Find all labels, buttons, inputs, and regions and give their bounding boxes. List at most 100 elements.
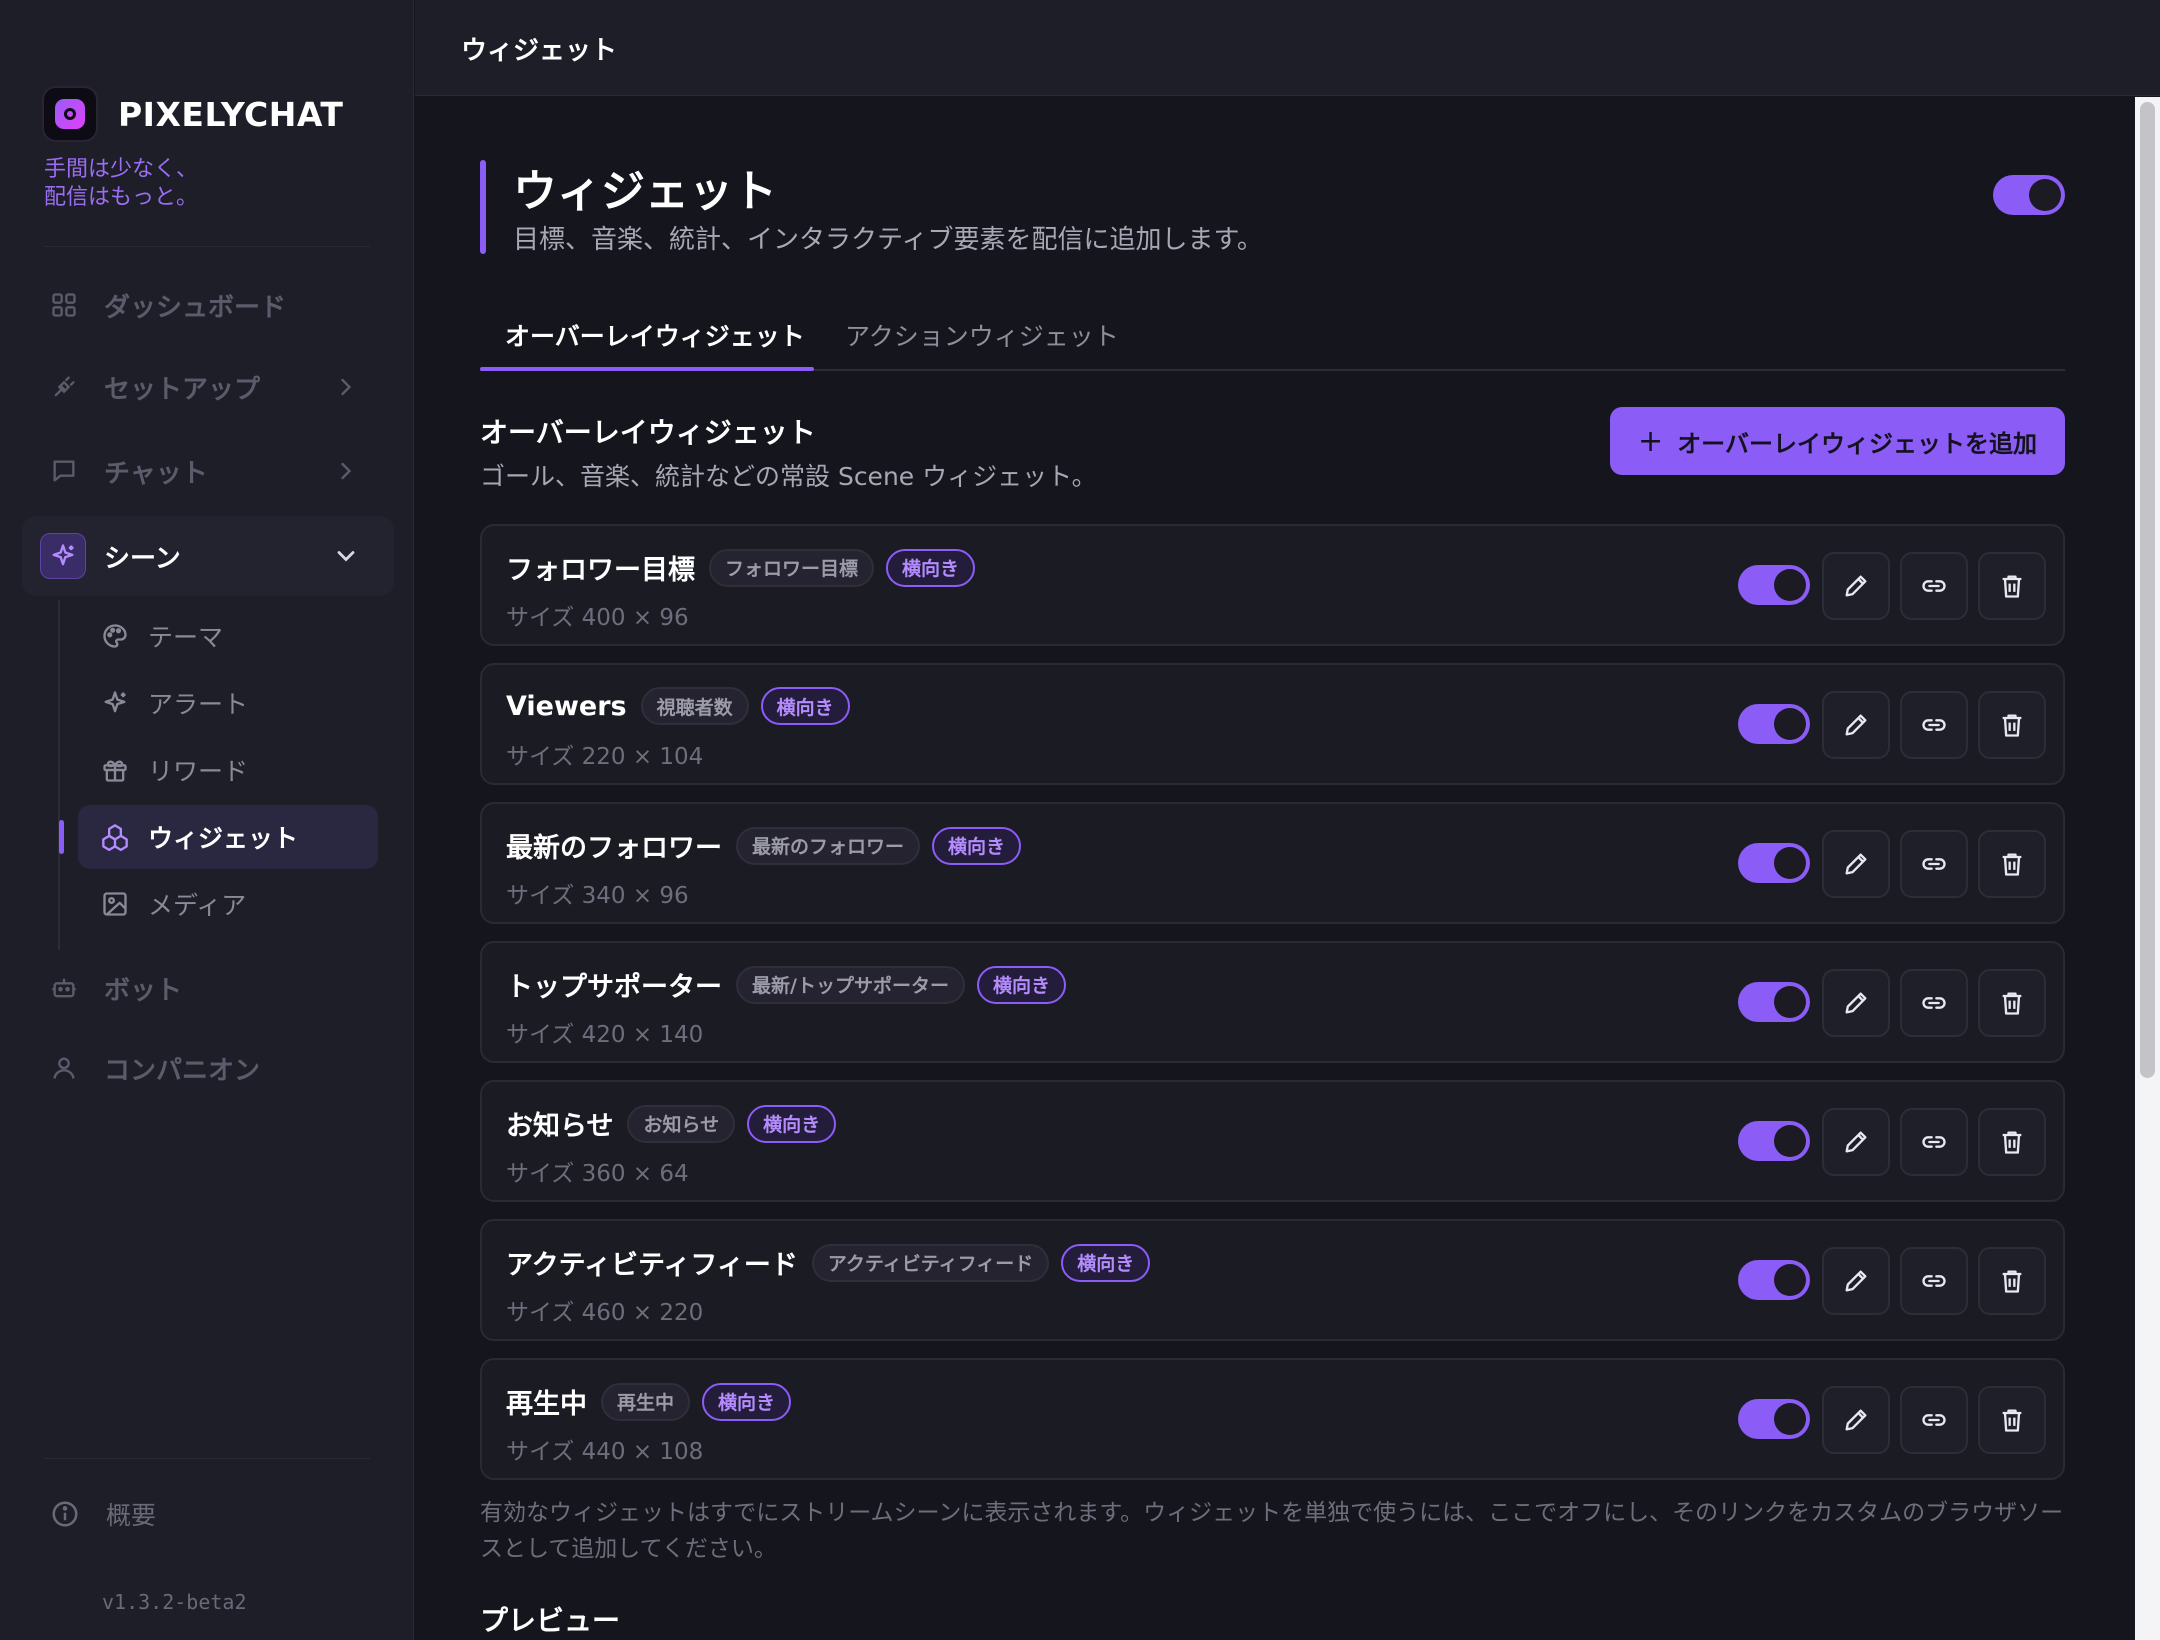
delete-button[interactable] [1978,1247,2046,1315]
divider [44,1458,370,1459]
topbar-title: ウィジェット [461,36,618,66]
sidebar-item-about[interactable]: 概要 [50,1496,156,1532]
orientation-chip: 横向き [747,1104,837,1143]
edit-button[interactable] [1822,830,1890,898]
sidebar-item-scene[interactable]: シーン [22,516,394,596]
widget-toggle[interactable] [1738,1399,1810,1439]
version-label: v1.3.2-beta2 [102,1590,247,1614]
chevron-right-icon [341,378,352,396]
link-icon [1922,1136,1946,1148]
pencil-icon [1845,1409,1867,1431]
copy-link-button[interactable] [1900,1386,1968,1454]
orientation-chip: 横向き [760,687,850,725]
widget-toggle[interactable] [1738,982,1810,1022]
pencil-icon [1845,1270,1867,1292]
plus-icon: + [1638,423,1664,459]
widget-type-chip: 最新のフォロワー [736,826,921,865]
sidebar-subitem-theme[interactable]: テーマ [78,604,378,668]
trash-icon [2002,575,2022,598]
sidebar-subitem-label: アラート [148,690,249,719]
sidebar-item-label: ボット [104,975,183,1006]
copy-link-button[interactable] [1900,1247,1968,1315]
image-icon [100,889,130,919]
trash-icon [2002,1409,2022,1432]
widget-toggle[interactable] [1738,704,1810,744]
edit-button[interactable] [1822,1108,1890,1176]
dashboard-icon [50,291,78,319]
widget-row: お知らせ お知らせ 横向き サイズ 360 × 64 [480,1080,2065,1202]
page-description: 目標、音楽、統計、インタラクティブ要素を配信に追加します。 [513,225,1263,255]
sidebar-subitem-widgets[interactable]: ウィジェット [78,805,378,869]
trash-icon [2002,853,2022,876]
sidebar-subitem-alert[interactable]: アラート [78,671,378,735]
sparkles-icon [40,533,86,579]
sidebar: PIXELYCHAT 手間は少なく、 配信はもっと。 ダッシュボード セットアッ… [0,0,414,1640]
widget-row: トップサポーター 最新/トップサポーター 横向き サイズ 420 × 140 [480,941,2065,1063]
delete-button[interactable] [1978,552,2046,620]
widget-row: アクティビティフィード アクティビティフィード 横向き サイズ 460 × 22… [480,1219,2065,1341]
widget-name: アクティビティフィード [506,1250,798,1281]
section-title: オーバーレイウィジェット [480,416,816,449]
edit-button[interactable] [1822,691,1890,759]
sidebar-item-label: チャット [104,458,208,489]
edit-button[interactable] [1822,1247,1890,1315]
sidebar-subitem-reward[interactable]: リワード [78,738,378,802]
copy-link-button[interactable] [1900,969,1968,1037]
header-accent-bar [480,160,486,254]
sparkle-icon [100,688,130,718]
chevron-down-icon [337,551,355,562]
link-icon [1922,997,1946,1009]
widget-toggle[interactable] [1738,565,1810,605]
edit-button[interactable] [1822,969,1890,1037]
tab-action-widgets[interactable]: アクションウィジェット [845,317,1119,369]
copy-link-button[interactable] [1900,1108,1968,1176]
widget-toggle[interactable] [1738,1121,1810,1161]
edit-button[interactable] [1822,1386,1890,1454]
add-button-label: オーバーレイウィジェットを追加 [1677,429,2037,458]
user-icon [50,1054,78,1082]
delete-button[interactable] [1978,1108,2046,1176]
copy-link-button[interactable] [1900,830,1968,898]
copy-link-button[interactable] [1900,691,1968,759]
top-bar: ウィジェット [415,0,2160,96]
edit-button[interactable] [1822,552,1890,620]
widgets-enabled-toggle[interactable] [1993,175,2065,215]
chevron-right-icon [341,462,352,480]
orientation-chip: 横向き [976,965,1066,1004]
widget-toggle[interactable] [1738,843,1810,883]
trash-icon [2002,1131,2022,1154]
widget-type-chip: お知らせ [627,1104,736,1143]
sidebar-item-bot[interactable]: ボット [22,948,394,1028]
tab-overlay-widgets[interactable]: オーバーレイウィジェット [505,317,805,369]
widget-size: サイズ 220 × 104 [506,744,704,770]
sidebar-item-setup[interactable]: セットアップ [22,347,394,427]
sidebar-item-label: シーン [104,543,181,574]
preview-heading: プレビュー [480,1604,621,1637]
widget-type-chip: 再生中 [601,1382,691,1421]
delete-button[interactable] [1978,691,2046,759]
active-indicator [59,820,64,854]
link-icon [1922,580,1946,592]
copy-link-button[interactable] [1900,552,1968,620]
widget-type-chip: フォロワー目標 [709,548,875,587]
widgets-icon [100,822,130,852]
add-overlay-widget-button[interactable]: + オーバーレイウィジェットを追加 [1610,407,2065,475]
active-tab-underline [480,367,814,371]
delete-button[interactable] [1978,1386,2046,1454]
sidebar-subitem-media[interactable]: メディア [78,872,378,936]
sidebar-item-companion[interactable]: コンパニオン [22,1028,394,1108]
sidebar-item-dashboard[interactable]: ダッシュボード [22,265,394,345]
scrollbar-thumb[interactable] [2140,102,2155,1078]
delete-button[interactable] [1978,969,2046,1037]
pencil-icon [1845,1131,1867,1153]
widget-name: 最新のフォロワー [506,833,722,864]
widget-toggle[interactable] [1738,1260,1810,1300]
brand[interactable]: PIXELYCHAT [42,86,343,142]
main-content: ウィジェット 目標、音楽、統計、インタラクティブ要素を配信に追加します。 オーバ… [415,97,2135,1640]
pencil-icon [1845,714,1867,736]
widget-row: 最新のフォロワー 最新のフォロワー 横向き サイズ 340 × 96 [480,802,2065,924]
sidebar-item-chat[interactable]: チャット [22,431,394,511]
link-icon [1922,1414,1946,1426]
delete-button[interactable] [1978,830,2046,898]
widget-type-chip: 視聴者数 [640,687,749,725]
